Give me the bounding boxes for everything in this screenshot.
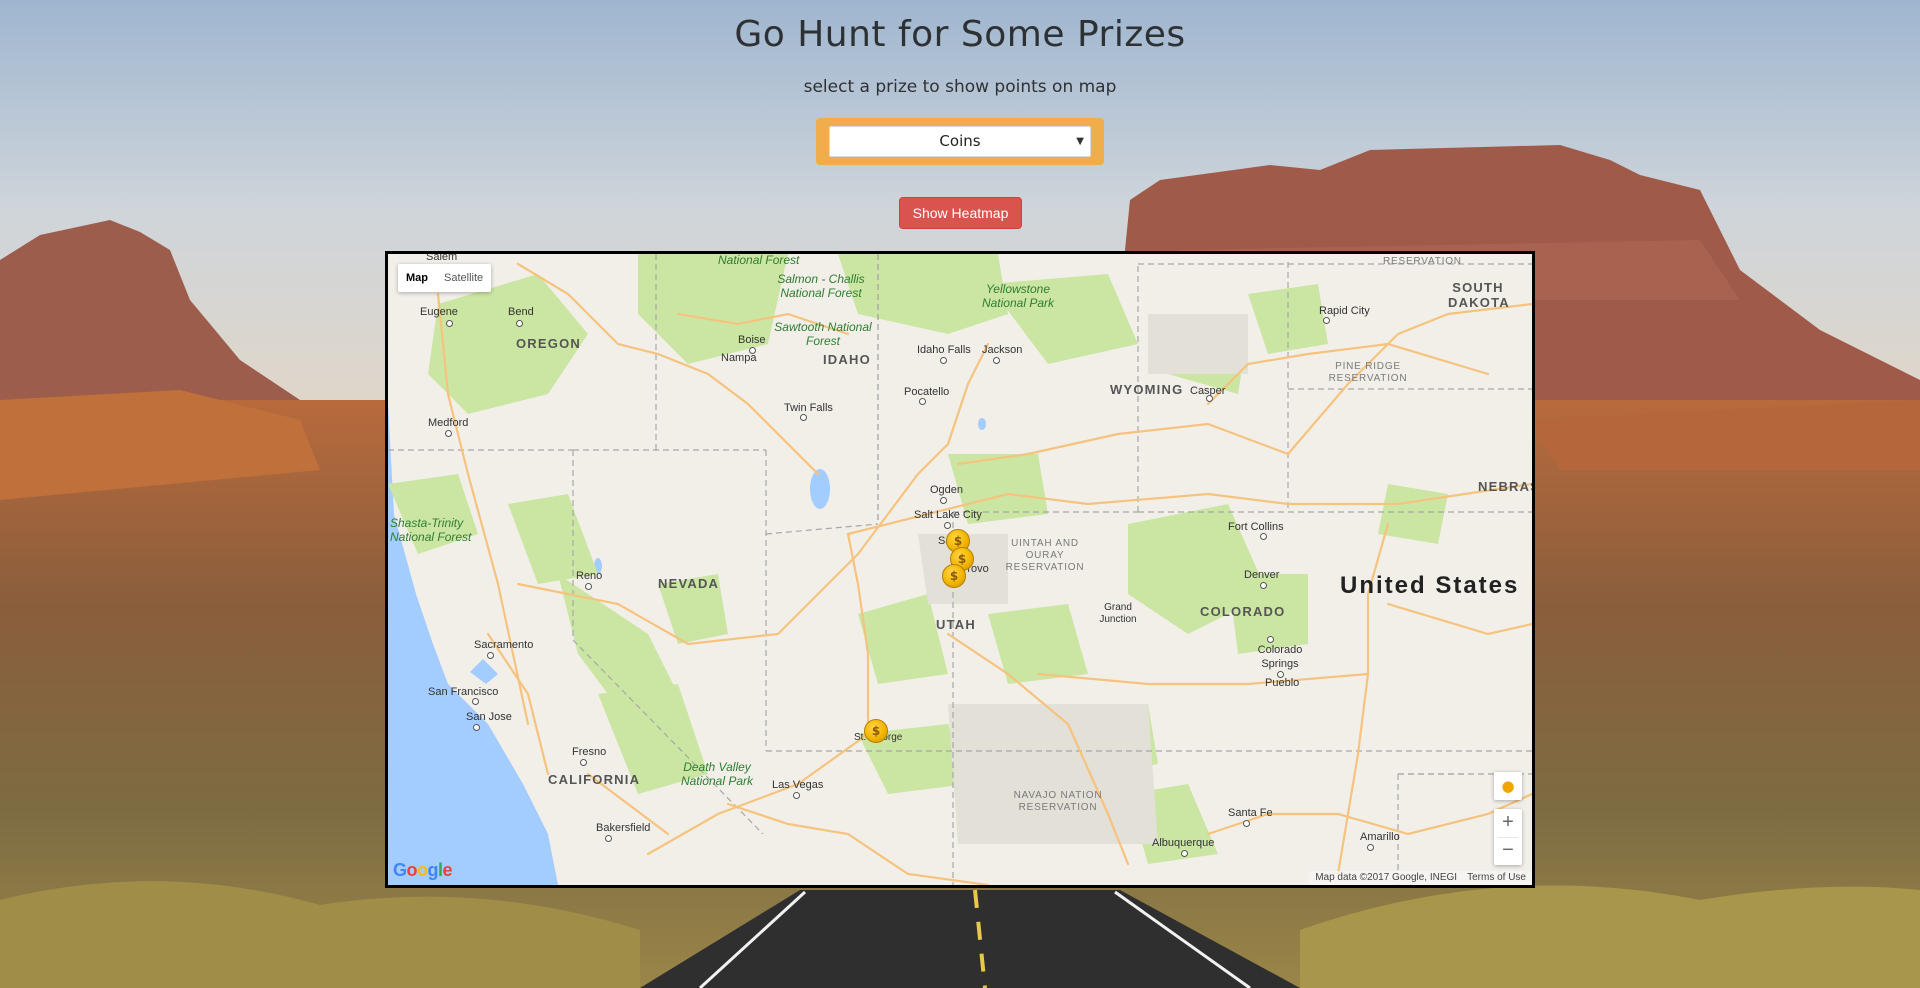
reservation-label-pine-ridge: PINE RIDGE RESERVATION xyxy=(1328,361,1408,384)
city-label: Bend xyxy=(508,306,534,318)
city-label: Fort Collins xyxy=(1228,521,1284,533)
city-dot xyxy=(1243,820,1250,827)
city-dot xyxy=(944,522,951,529)
park-label-death-valley: Death Valley National Park xyxy=(680,760,754,788)
city-dot xyxy=(1260,582,1267,589)
city-dot xyxy=(940,497,947,504)
city-label: San Francisco xyxy=(428,686,499,698)
city-label: Amarillo xyxy=(1360,831,1400,843)
prize-select-container: Coins ▼ xyxy=(816,118,1104,165)
city-dot xyxy=(1367,844,1374,851)
state-label-oregon: OREGON xyxy=(516,336,581,351)
city-dot xyxy=(472,698,479,705)
prize-select[interactable]: Coins ▼ xyxy=(829,126,1091,157)
city-label: Ogden xyxy=(930,484,964,496)
terms-of-use-link[interactable]: Terms of Use xyxy=(1467,871,1526,885)
city-label: Rapid City xyxy=(1319,305,1370,317)
city-label: Reno xyxy=(576,570,603,582)
city-label: Salem xyxy=(426,251,458,263)
city-dot xyxy=(446,320,453,327)
city-dot xyxy=(445,430,452,437)
google-map[interactable]: OREGON IDAHO WYOMING SOUTH DAKOTA NEBRAS… xyxy=(385,251,1535,888)
city-label: Las Vegas xyxy=(772,779,824,791)
state-label-utah: UTAH xyxy=(936,617,976,632)
city-dot xyxy=(1260,533,1267,540)
city-label: Colorado Springs xyxy=(1257,644,1303,670)
city-label: Pueblo xyxy=(1265,677,1300,689)
map-attribution: Map data ©2017 Google, INEGI Terms of Us… xyxy=(1309,871,1532,885)
city-dot xyxy=(1323,317,1330,324)
city-label: Nampa xyxy=(721,352,757,364)
state-label-colorado: COLORADO xyxy=(1200,604,1286,619)
city-label: Denver xyxy=(1244,569,1280,581)
city-label: Idaho Falls xyxy=(917,344,971,356)
city-dot xyxy=(993,357,1000,364)
city-label: Medford xyxy=(428,417,469,429)
city-label: San Jose xyxy=(466,711,512,723)
city-label: Salt Lake City xyxy=(914,509,982,521)
state-label-south-dakota: SOUTH DAKOTA xyxy=(1448,280,1510,310)
zoom-divider xyxy=(1498,837,1518,838)
park-label-salmon-challis: Salmon - Challis National Forest xyxy=(777,272,865,300)
city-dot xyxy=(800,414,807,421)
zoom-out-button[interactable]: − xyxy=(1494,837,1522,865)
zoom-control: + − xyxy=(1494,809,1522,865)
google-logo: Google xyxy=(393,860,453,880)
city-label: Santa Fe xyxy=(1228,807,1273,819)
city-dot xyxy=(940,357,947,364)
city-dot xyxy=(919,398,926,405)
park-label-national-forest: National Forest xyxy=(718,253,800,267)
state-label-wyoming: WYOMING xyxy=(1110,382,1184,397)
city-dot xyxy=(487,652,494,659)
state-label-california: CALIFORNIA xyxy=(548,772,641,787)
state-label-nevada: NEVADA xyxy=(658,576,720,591)
city-dot xyxy=(1277,671,1284,678)
city-dot xyxy=(1181,850,1188,857)
map-type-control: Map Satellite xyxy=(398,264,492,292)
show-heatmap-button[interactable]: Show Heatmap xyxy=(899,197,1022,229)
city-dot xyxy=(585,583,592,590)
map-type-satellite-button[interactable]: Satellite xyxy=(436,264,491,292)
park-label-yellowstone: Yellowstone National Park xyxy=(981,282,1055,310)
city-dot xyxy=(580,759,587,766)
page-title: Go Hunt for Some Prizes xyxy=(734,14,1186,55)
reservation-label-uintah-ouray: UINTAH AND OURAY RESERVATION xyxy=(1005,538,1085,573)
coin-marker[interactable]: $ xyxy=(942,564,966,588)
prize-select-value: Coins xyxy=(939,132,981,150)
city-dot xyxy=(793,792,800,799)
city-label: Pocatello xyxy=(904,386,950,398)
reservation-label: RESERVATION xyxy=(1383,256,1462,267)
city-label: Grand Junction xyxy=(1099,602,1137,625)
coin-marker[interactable]: $ xyxy=(864,719,888,743)
city-label: Jackson xyxy=(982,344,1023,356)
city-dot xyxy=(473,724,480,731)
city-dot xyxy=(516,320,523,327)
city-label: Bakersfield xyxy=(596,822,651,834)
city-label: Sacramento xyxy=(474,639,534,651)
city-label: Eugene xyxy=(420,306,458,318)
reservation-label-navajo: NAVAJO NATION RESERVATION xyxy=(1013,790,1103,813)
state-label-nebraska: NEBRAS xyxy=(1478,479,1535,494)
map-type-map-button[interactable]: Map xyxy=(398,264,436,292)
park-label-sawtooth: Sawtooth National Forest xyxy=(774,320,872,348)
dropdown-triangle-icon: ▼ xyxy=(1076,136,1084,147)
map-data-attribution: Map data ©2017 Google, INEGI xyxy=(1315,872,1458,883)
city-label: Boise xyxy=(738,334,766,346)
state-label-south-dakota-text: SOUTH DAKOTA xyxy=(1448,280,1510,310)
park-label-shasta-trinity: Shasta-Trinity National Forest xyxy=(390,516,472,544)
city-label: Twin Falls xyxy=(784,402,833,414)
country-label: United States xyxy=(1340,572,1520,599)
city-dot xyxy=(1206,395,1213,402)
city-label: Albuquerque xyxy=(1152,837,1215,849)
city-dot xyxy=(1267,636,1274,643)
state-label-idaho: IDAHO xyxy=(823,352,871,367)
zoom-in-button[interactable]: + xyxy=(1494,809,1522,837)
city-dot xyxy=(605,835,612,842)
page-subtitle: select a prize to show points on map xyxy=(803,77,1117,97)
city-label: Fresno xyxy=(572,746,607,758)
street-view-pegman-icon[interactable]: ● xyxy=(1494,772,1522,800)
